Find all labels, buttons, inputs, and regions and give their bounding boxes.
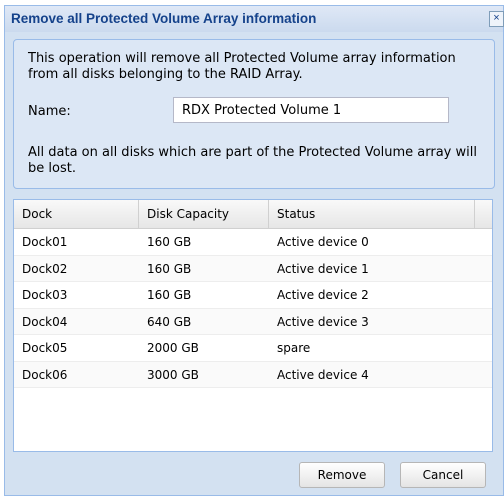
cancel-button[interactable]: Cancel <box>400 462 486 488</box>
status-cell: Active device 3 <box>277 314 369 329</box>
disk-grid: Dock Disk Capacity Status Dock01 160 GB … <box>13 199 493 452</box>
capacity-cell: 160 GB <box>147 288 192 302</box>
status-cell: Active device 0 <box>277 235 369 249</box>
info-panel: This operation will remove all Protected… <box>13 39 495 189</box>
capacity-cell: 3000 GB <box>147 367 199 382</box>
dialog-titlebar[interactable]: Remove all Protected Volume Array inform… <box>5 6 504 32</box>
capacity-cell: 160 GB <box>147 235 192 249</box>
grid-header: Dock Disk Capacity Status <box>14 200 492 229</box>
column-header-spacer <box>475 200 494 228</box>
status-cell: Active device 1 <box>277 261 369 276</box>
table-row[interactable]: Dock03 160 GB Active device 2 <box>14 282 492 309</box>
table-row[interactable]: Dock06 3000 GB Active device 4 <box>14 361 492 388</box>
remove-protected-volume-dialog: Remove all Protected Volume Array inform… <box>4 5 504 496</box>
dock-cell: Dock04 <box>22 314 68 329</box>
name-label: Name: <box>28 104 71 119</box>
grid-body: Dock01 160 GB Active device 0 Dock02 160… <box>14 229 492 388</box>
name-field[interactable] <box>173 97 449 123</box>
dock-cell: Dock01 <box>22 235 68 249</box>
capacity-cell: 2000 GB <box>147 341 199 355</box>
table-row[interactable]: Dock01 160 GB Active device 0 <box>14 229 492 256</box>
column-header-dock[interactable]: Dock <box>14 200 139 228</box>
data-loss-warning: All data on all disks which are part of … <box>28 145 477 176</box>
operation-message: This operation will remove all Protected… <box>28 51 456 82</box>
remove-button[interactable]: Remove <box>299 462 385 488</box>
status-cell: Active device 4 <box>277 367 369 382</box>
column-header-disk-capacity[interactable]: Disk Capacity <box>139 200 269 228</box>
dock-cell: Dock02 <box>22 261 68 276</box>
dock-cell: Dock05 <box>22 341 68 355</box>
column-header-status[interactable]: Status <box>269 200 475 228</box>
table-row[interactable]: Dock02 160 GB Active device 1 <box>14 255 492 282</box>
table-row[interactable]: Dock04 640 GB Active device 3 <box>14 308 492 335</box>
status-cell: spare <box>277 341 311 355</box>
dialog-title: Remove all Protected Volume Array inform… <box>11 11 317 26</box>
table-row[interactable]: Dock05 2000 GB spare <box>14 335 492 362</box>
close-icon[interactable]: × <box>489 11 504 27</box>
capacity-cell: 640 GB <box>147 314 192 329</box>
dock-cell: Dock03 <box>22 288 68 302</box>
capacity-cell: 160 GB <box>147 261 192 276</box>
dock-cell: Dock06 <box>22 367 68 382</box>
status-cell: Active device 2 <box>277 288 369 302</box>
